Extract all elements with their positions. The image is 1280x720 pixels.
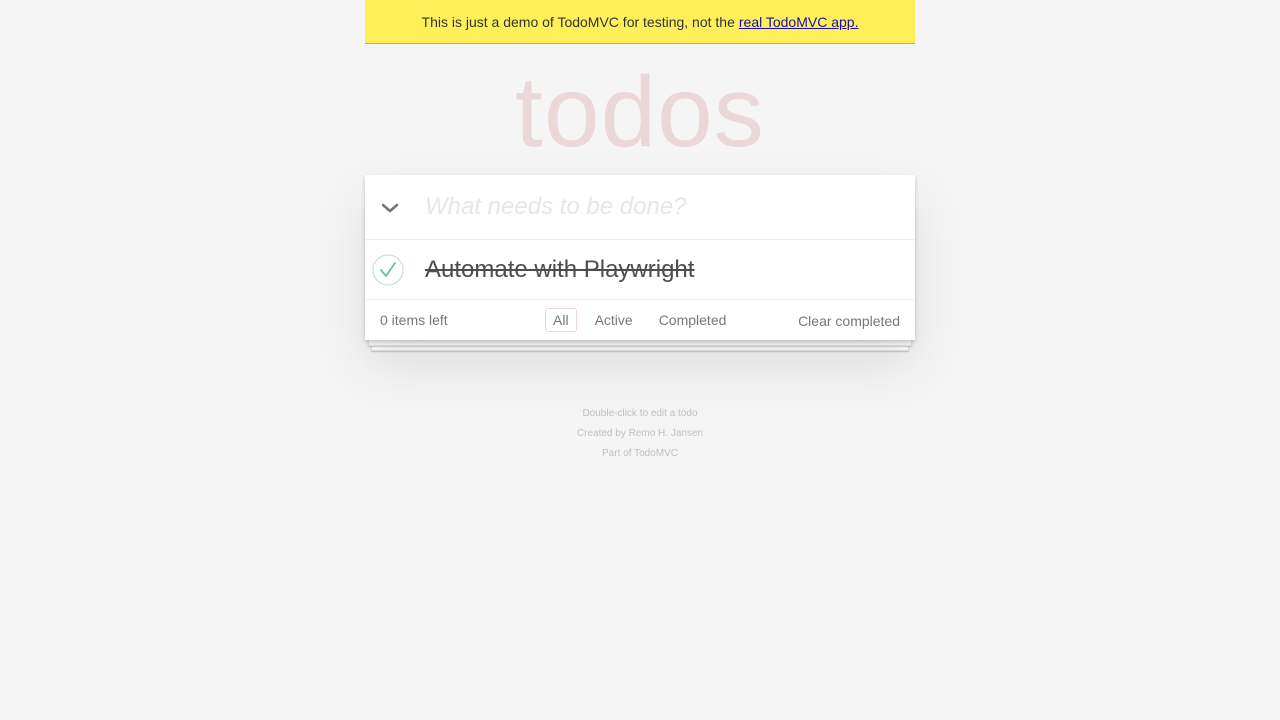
todo-app: Automate with Playwright 0 items left Al…	[365, 175, 915, 340]
todo-complete-toggle[interactable]	[372, 254, 404, 286]
clear-completed-button[interactable]: Clear completed	[798, 313, 900, 329]
banner-text: This is just a demo of TodoMVC for testi…	[421, 13, 735, 30]
info-footer: Double-click to edit a todo Created by R…	[365, 404, 915, 464]
new-todo-row	[365, 175, 915, 240]
page-title: todos	[515, 56, 765, 168]
demo-banner: This is just a demo of TodoMVC for testi…	[365, 0, 915, 44]
filter-all[interactable]: All	[545, 308, 577, 332]
new-todo-input[interactable]	[425, 175, 905, 239]
real-todomvc-link[interactable]: real TodoMVC app.	[739, 14, 859, 30]
info-edit-hint: Double-click to edit a todo	[582, 408, 698, 419]
todo-label[interactable]: Automate with Playwright	[425, 240, 694, 299]
chevron-down-icon	[381, 203, 399, 212]
todo-item[interactable]: Automate with Playwright	[365, 240, 915, 300]
filter-active[interactable]: Active	[587, 308, 641, 332]
todo-footer: 0 items left All Active Completed Clear …	[365, 300, 915, 340]
check-circle-icon	[372, 254, 404, 286]
info-author: Created by Remo H. Jansen	[576, 428, 704, 439]
filters: All Active Completed	[545, 308, 734, 332]
toggle-all-button[interactable]	[365, 175, 415, 240]
info-part-of: Part of TodoMVC	[602, 448, 678, 459]
items-left-count: 0 items left	[380, 312, 448, 328]
filter-completed[interactable]: Completed	[651, 308, 735, 332]
